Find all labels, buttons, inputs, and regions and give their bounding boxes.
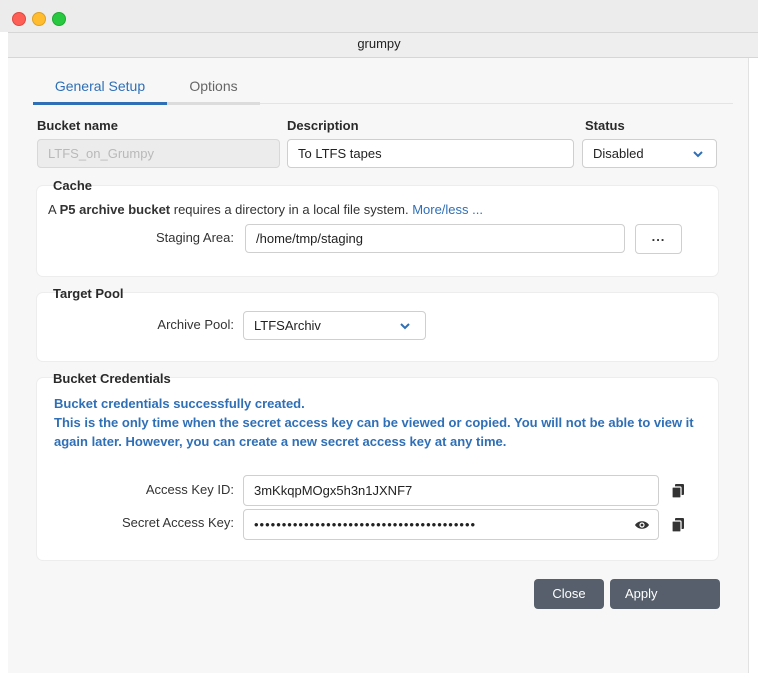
cache-title: Cache	[53, 178, 93, 193]
bucket-name-field: LTFS_on_Grumpy	[37, 139, 280, 168]
minimize-window-icon[interactable]	[32, 12, 46, 26]
tab-bar: General Setup Options	[33, 76, 733, 105]
bucket-credentials-card: Bucket Credentials Bucket credentials su…	[37, 371, 718, 560]
status-select-value: Disabled	[593, 146, 644, 161]
secret-access-key-field[interactable]: ••••••••••••••••••••••••••••••••••••••••	[243, 509, 659, 540]
cache-text-rest: requires a directory in a local file sys…	[170, 202, 413, 217]
copy-access-key-icon[interactable]	[670, 483, 686, 499]
staging-area-field[interactable]: /home/tmp/staging	[245, 224, 625, 253]
chevron-down-icon	[400, 323, 410, 330]
access-key-id-label: Access Key ID:	[145, 482, 234, 497]
bucket-credentials-title: Bucket Credentials	[53, 371, 171, 386]
copy-secret-key-icon[interactable]	[670, 517, 686, 533]
window-title: grumpy	[357, 36, 401, 51]
cache-text-bold: P5 archive bucket	[59, 202, 171, 217]
status-label: Status	[585, 118, 625, 133]
bucket-name-label: Bucket name	[37, 118, 118, 133]
more-less-link[interactable]: More/less ...	[412, 202, 483, 217]
chevron-down-icon	[693, 151, 703, 158]
archive-pool-label: Archive Pool:	[157, 317, 234, 332]
cache-text-prefix: A	[48, 202, 60, 217]
staging-area-label: Staging Area:	[155, 230, 234, 245]
tab-options[interactable]: Options	[167, 76, 260, 105]
zoom-window-icon[interactable]	[52, 12, 66, 26]
cache-description: A P5 archive bucket requires a directory…	[48, 202, 483, 217]
right-side-panel	[748, 58, 758, 673]
browse-button[interactable]: ...	[635, 224, 682, 254]
credentials-success-line: Bucket credentials successfully created.	[54, 396, 305, 411]
target-pool-title: Target Pool	[53, 286, 124, 301]
description-label: Description	[287, 118, 359, 133]
app-window: grumpy General Setup Options Bucket name…	[0, 0, 758, 673]
target-pool-card: Target Pool Archive Pool: LTFSArchiv	[37, 286, 718, 361]
secret-access-key-label: Secret Access Key:	[122, 515, 234, 530]
credentials-warning-text: This is the only time when the secret ac…	[54, 415, 694, 449]
archive-pool-select[interactable]: LTFSArchiv	[243, 311, 426, 340]
eye-icon[interactable]	[634, 519, 650, 531]
dialog-content: General Setup Options Bucket name LTFS_o…	[8, 58, 748, 673]
tab-general-setup[interactable]: General Setup	[33, 76, 167, 105]
description-field[interactable]: To LTFS tapes	[287, 139, 574, 168]
close-button[interactable]: Close	[534, 579, 604, 609]
close-window-icon[interactable]	[12, 12, 26, 26]
secret-access-key-value: ••••••••••••••••••••••••••••••••••••••••	[254, 517, 477, 532]
access-key-id-field[interactable]: 3mKkqpMOgx5h3n1JXNF7	[243, 475, 659, 506]
window-left-edge	[0, 32, 8, 673]
credentials-message: Bucket credentials successfully created.…	[54, 394, 714, 451]
status-select[interactable]: Disabled	[582, 139, 717, 168]
apply-button[interactable]: Apply	[610, 579, 720, 609]
archive-pool-value: LTFSArchiv	[254, 318, 321, 333]
cache-card: Cache A P5 archive bucket requires a dir…	[37, 178, 718, 276]
title-bar: grumpy	[0, 0, 758, 58]
